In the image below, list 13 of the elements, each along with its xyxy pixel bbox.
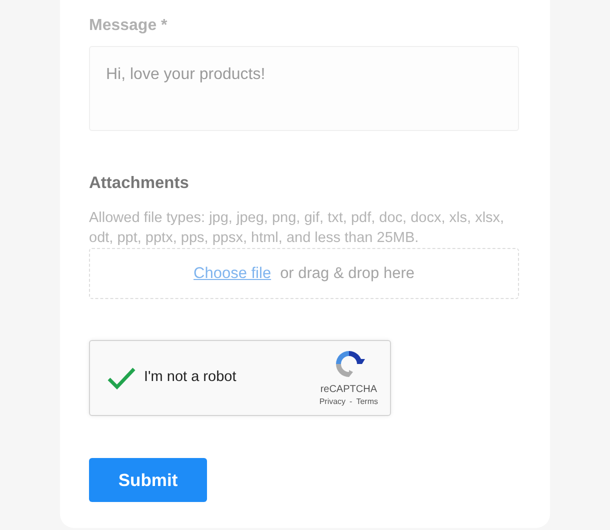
submit-button[interactable]: Submit bbox=[89, 458, 207, 502]
privacy-link[interactable]: Privacy bbox=[319, 396, 346, 408]
field-label: Message * bbox=[89, 16, 168, 36]
drop-hint: or drag & drop here bbox=[280, 264, 414, 284]
checkbox-label: I'm not a robot bbox=[144, 368, 236, 387]
drop-zone[interactable]: Choose file or drag & drop here bbox=[89, 248, 519, 299]
message-field[interactable]: Hi, love your products! bbox=[89, 46, 519, 131]
separator-text: - bbox=[350, 396, 352, 408]
help-text: Allowed file types: jpg, jpeg, png, gif, txt, pdf, doc, docx, xls, xlsx, odt, ppt, pptx, pps, ppsx, html, and less than 25MB. bbox=[89, 208, 506, 248]
section-heading: Attachments bbox=[89, 173, 190, 194]
terms-link[interactable]: Terms bbox=[356, 396, 378, 408]
choose-file-link[interactable]: Choose file bbox=[194, 262, 272, 285]
brand-text: reCAPTCHA bbox=[320, 384, 377, 396]
